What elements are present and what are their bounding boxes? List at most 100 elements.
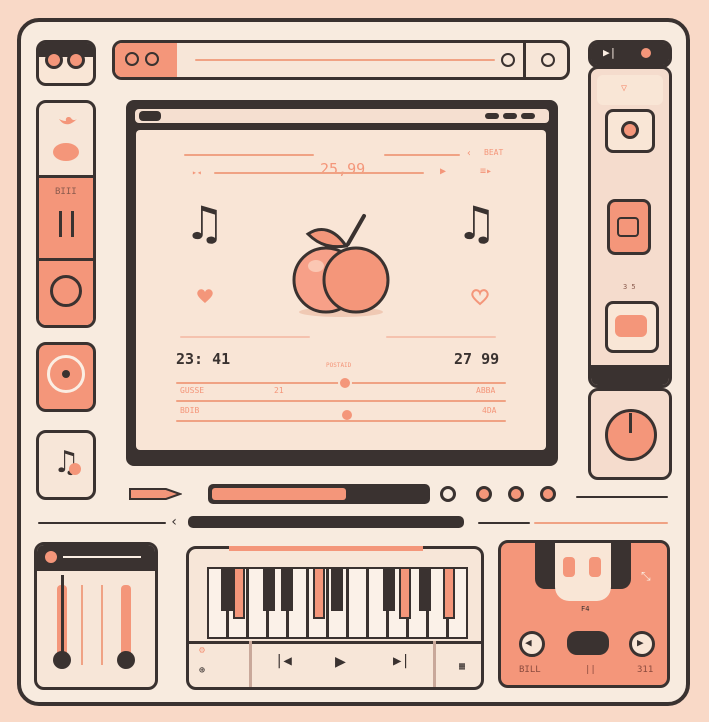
- top-line-left: [184, 154, 314, 156]
- window-dot-1[interactable]: [125, 52, 139, 66]
- piano-keys: [207, 567, 468, 641]
- pause-bar-2: [71, 211, 74, 237]
- settings-icon[interactable]: ⚙: [199, 645, 205, 656]
- center-label: POSTAID: [326, 362, 352, 369]
- small-play-icon[interactable]: ▸◂: [192, 168, 202, 177]
- record-icon[interactable]: [501, 53, 515, 67]
- window-close-icon[interactable]: [521, 113, 535, 119]
- piano-key-sharp[interactable]: [281, 567, 293, 611]
- chevron-down-icon[interactable]: ▽: [621, 83, 627, 94]
- fader-knob-1[interactable]: [53, 651, 71, 669]
- fader-line-3: [101, 585, 103, 665]
- grid-icon[interactable]: ▦: [459, 661, 465, 672]
- camera-icon: [617, 217, 639, 237]
- skip-back-icon[interactable]: |◀: [275, 653, 292, 669]
- piano-key-sharp[interactable]: [419, 567, 431, 611]
- record-button[interactable]: [50, 275, 82, 307]
- window-menu-icon[interactable]: [139, 111, 161, 121]
- top-line-right: [384, 154, 460, 156]
- top-address-bar: [112, 40, 570, 80]
- left-music-tile[interactable]: ♫: [36, 430, 96, 500]
- peach-icon: [286, 210, 396, 320]
- record-dot-icon[interactable]: [641, 48, 651, 58]
- dial-pointer: [629, 413, 632, 433]
- pad-bar-2: [589, 557, 601, 577]
- window-dot-2[interactable]: [145, 52, 159, 66]
- list-icon[interactable]: ≡▸: [480, 166, 492, 177]
- music-note-right-icon: ♫: [456, 196, 498, 250]
- circle-logo-icon[interactable]: [53, 143, 79, 161]
- target-center: [62, 370, 70, 378]
- piano-key[interactable]: [347, 567, 368, 639]
- right-line: [576, 496, 668, 498]
- toggle-icon[interactable]: [45, 51, 63, 69]
- rewind-icon[interactable]: ‹: [466, 148, 472, 159]
- left-mid-label: BIII: [55, 187, 77, 197]
- pad-right-label: 311: [637, 665, 654, 675]
- fader-line-1: [61, 575, 64, 661]
- pause-bar-1: [59, 211, 62, 237]
- piano-key-sharp[interactable]: [233, 567, 245, 619]
- window-max-icon[interactable]: [503, 113, 517, 119]
- bottom-line-right: [478, 522, 530, 524]
- bottom-line-left: [38, 522, 166, 524]
- right-column-panel: ▽ 3 5: [588, 66, 672, 388]
- progress-fill: [212, 488, 346, 500]
- address-progress[interactable]: [195, 59, 495, 61]
- fader-track-2[interactable]: [121, 585, 131, 661]
- piano-key-sharp[interactable]: [383, 567, 395, 611]
- play-pause-icon[interactable]: ▶|: [603, 46, 616, 59]
- row1-mid: 21: [274, 386, 284, 395]
- pad-right-arrow-icon: ▶: [637, 636, 644, 649]
- piano-key-sharp[interactable]: [221, 567, 233, 611]
- piano-key-sharp[interactable]: [331, 567, 343, 611]
- toggle-icon-2[interactable]: [67, 51, 85, 69]
- heart-left-icon[interactable]: [196, 288, 214, 304]
- fader-knob-2[interactable]: [117, 651, 135, 669]
- pad-left-label: BILL: [519, 665, 541, 675]
- chevron-left-icon[interactable]: ‹: [170, 514, 178, 530]
- piano-divider: [189, 641, 481, 644]
- piano-key-sharp[interactable]: [399, 567, 411, 619]
- right-time: 27 99: [454, 350, 500, 368]
- pad-left-arrow-icon: ◀: [525, 636, 532, 649]
- row2-right: 4DA: [482, 406, 497, 415]
- mini-button-2[interactable]: [508, 486, 524, 502]
- piano-key-sharp[interactable]: [313, 567, 325, 619]
- music-note-left-icon: ♫: [184, 196, 226, 250]
- heart-right-icon[interactable]: [470, 288, 490, 306]
- bird-icon[interactable]: [57, 115, 77, 131]
- mini-button-3[interactable]: [540, 486, 556, 502]
- pencil-icon[interactable]: [128, 486, 183, 502]
- transport-divider: [249, 641, 252, 687]
- progress-bar[interactable]: [208, 484, 430, 504]
- piano-panel: ⚙ ⊕ |◀ ▶ ▶| ▦: [186, 546, 484, 690]
- mixer-indicator-icon: [45, 551, 57, 563]
- row-line-3: [176, 420, 506, 422]
- piano-key-sharp[interactable]: [443, 567, 455, 619]
- stop-icon[interactable]: [541, 53, 555, 67]
- mini-play-icon[interactable]: ▶: [440, 166, 446, 177]
- globe-icon[interactable]: ⊕: [199, 665, 205, 676]
- right-time-bar: [386, 336, 496, 338]
- top-right-label: BEAT: [484, 148, 504, 157]
- mini-button-1[interactable]: [476, 486, 492, 502]
- pad-left-button[interactable]: [519, 631, 545, 657]
- expand-icon[interactable]: ⤡: [641, 569, 651, 584]
- play-icon[interactable]: ▶: [335, 651, 346, 672]
- bar-divider: [523, 43, 526, 77]
- pad-center-button[interactable]: [567, 631, 609, 655]
- bottom-line-accent: [534, 522, 668, 524]
- pad-panel: ⤡ F4 ◀ ▶ BILL || 311: [498, 540, 670, 688]
- radio-option-icon[interactable]: [440, 486, 456, 502]
- power-icon: [621, 121, 639, 139]
- left-target-button[interactable]: [36, 342, 96, 412]
- playhead-knob[interactable]: [338, 376, 352, 390]
- window-min-icon[interactable]: [485, 113, 499, 119]
- right-dial-panel: [588, 388, 672, 480]
- piano-key-sharp[interactable]: [263, 567, 275, 611]
- secondary-progress[interactable]: [188, 516, 464, 528]
- note-accent: [69, 463, 81, 475]
- skip-forward-icon[interactable]: ▶|: [393, 653, 410, 669]
- middle-line: [214, 172, 424, 174]
